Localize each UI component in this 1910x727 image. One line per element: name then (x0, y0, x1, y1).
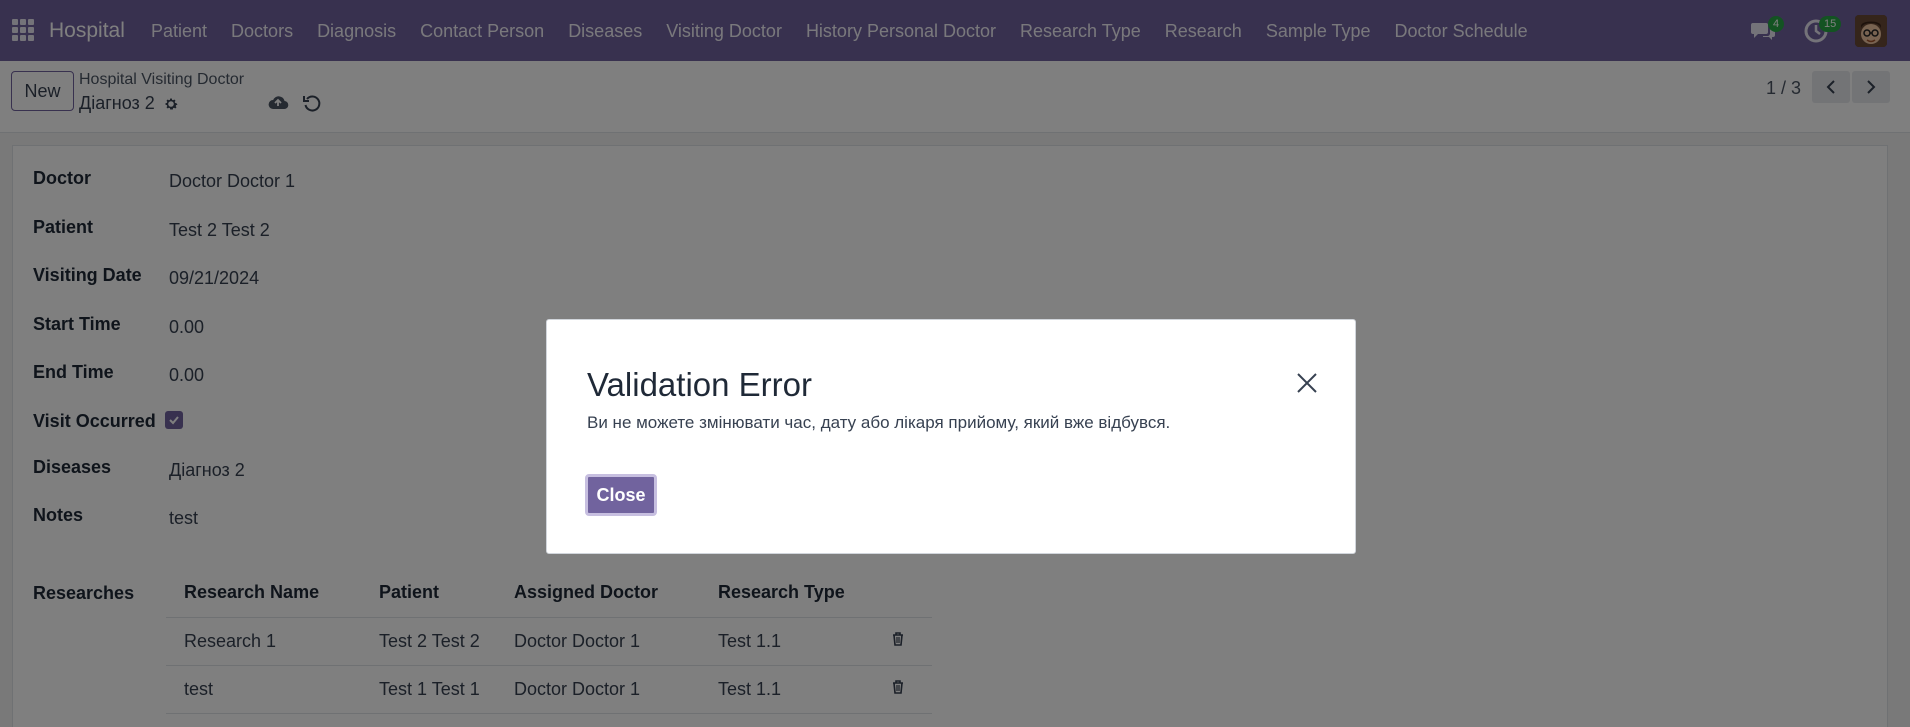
close-icon[interactable] (1296, 372, 1318, 394)
close-button[interactable]: Close (585, 474, 657, 516)
dialog-title: Validation Error (587, 366, 812, 403)
dialog-message: Ви не можете змінювати час, дату або лік… (587, 413, 1171, 432)
validation-error-dialog: Validation Error Ви не можете змінювати … (546, 319, 1356, 554)
